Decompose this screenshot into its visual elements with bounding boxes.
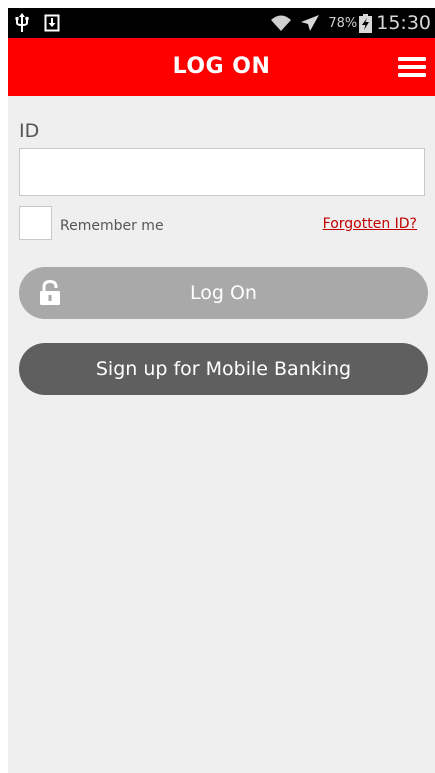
airplane-icon <box>301 15 320 31</box>
id-label: ID <box>19 120 40 142</box>
remember-me-checkbox[interactable] <box>19 206 52 240</box>
status-bar-left <box>14 12 60 34</box>
battery-percentage: 78% <box>328 15 358 31</box>
log-on-button[interactable]: Log On <box>19 267 428 319</box>
status-clock: 15:30 <box>376 12 431 34</box>
battery-charging-icon <box>359 13 373 33</box>
remember-me-label: Remember me <box>60 218 164 234</box>
menu-button[interactable] <box>395 51 429 83</box>
app-screen: 78% 15:30 LOG ON ID Remember me Forgotte… <box>8 8 435 773</box>
app-header: LOG ON <box>8 38 435 96</box>
hamburger-menu-icon <box>398 57 426 77</box>
status-bar-right: 78% 15:30 <box>270 8 431 38</box>
usb-icon <box>15 13 29 32</box>
sign-up-mobile-banking-button[interactable]: Sign up for Mobile Banking <box>19 343 428 395</box>
status-bar: 78% 15:30 <box>8 8 435 38</box>
forgotten-id-link[interactable]: Forgotten ID? <box>323 216 417 232</box>
id-input[interactable] <box>19 148 425 196</box>
page-title: LOG ON <box>172 54 271 79</box>
download-icon <box>44 14 60 32</box>
wifi-icon <box>271 15 292 31</box>
log-on-button-label: Log On <box>190 282 257 304</box>
sign-up-button-label: Sign up for Mobile Banking <box>95 358 352 380</box>
